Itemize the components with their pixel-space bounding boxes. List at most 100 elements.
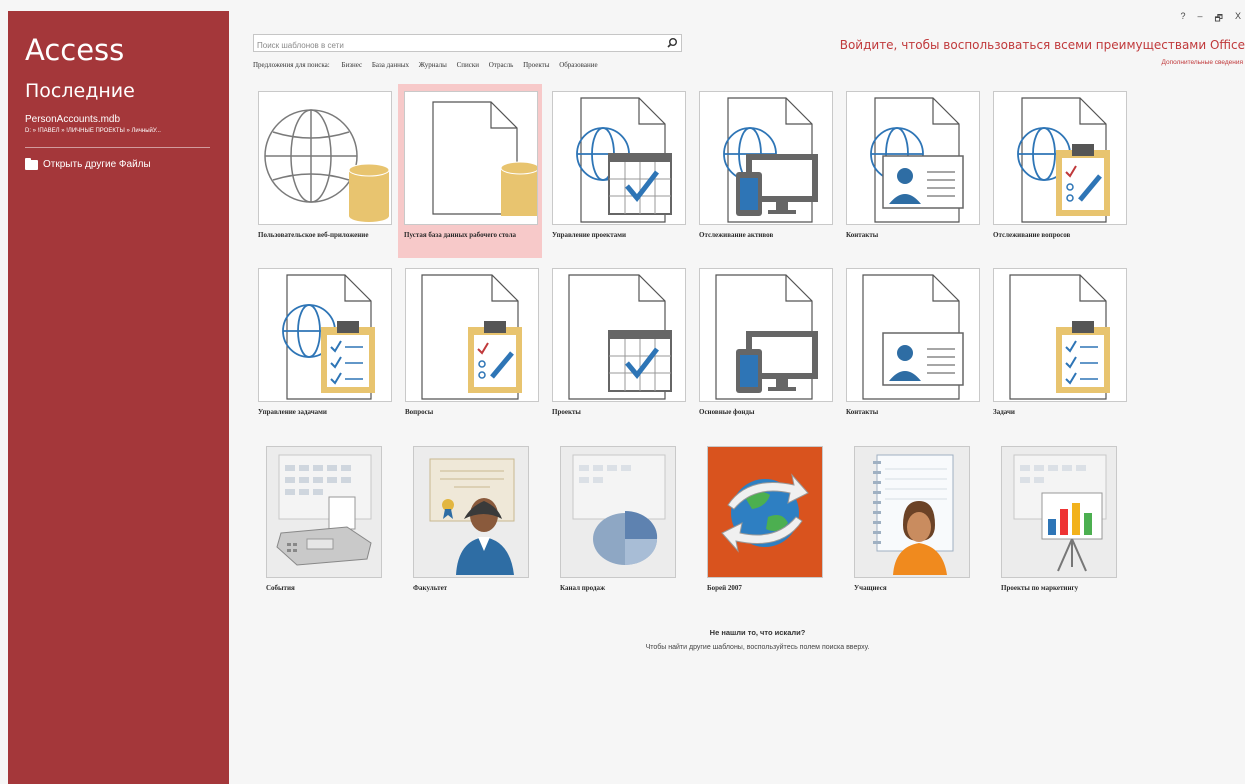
template-thumbnail <box>854 446 970 578</box>
backstage-sidebar: Access Последние PersonAccounts.mdb D: »… <box>8 11 229 784</box>
template-label: Канал продаж <box>560 584 606 592</box>
template-tile-students[interactable]: Учащиеся <box>854 446 972 593</box>
template-tile-tasks[interactable]: Задачи <box>993 268 1127 417</box>
template-label: Отслеживание вопросов <box>993 231 1071 239</box>
clipboard-icon <box>421 274 522 400</box>
template-label: Основные фонды <box>699 408 755 416</box>
search-suggestions: Предложения для поиска: Бизнес База данн… <box>253 61 606 69</box>
contact-card-icon <box>862 274 964 400</box>
template-search-box <box>253 34 682 53</box>
globe-contact-card-icon <box>870 97 964 223</box>
template-label: Вопросы <box>405 408 434 416</box>
app-title: Access <box>25 33 125 67</box>
template-tile-sales-pipeline[interactable]: Канал продаж <box>560 446 678 593</box>
globe-clipboard-icon <box>1017 97 1110 223</box>
template-thumbnail <box>404 91 538 225</box>
template-label: Борей 2007 <box>707 584 742 592</box>
template-thumbnail <box>560 446 676 578</box>
template-label: Учащиеся <box>854 584 887 592</box>
template-label: Контакты <box>846 231 879 239</box>
sidebar-divider <box>25 147 210 148</box>
globe-arrows-icon <box>708 447 822 577</box>
open-other-files-label: Открыть другие Файлы <box>43 159 151 170</box>
folder-icon <box>25 157 38 170</box>
calendar-icon <box>568 274 672 400</box>
template-thumbnail <box>552 91 686 225</box>
template-thumbnail <box>699 268 833 402</box>
signin-link[interactable]: Войдите, чтобы воспользоваться всеми пре… <box>840 38 1245 52</box>
template-tile-project-management[interactable]: Управление проектами <box>552 91 686 240</box>
suggestion-link[interactable]: Журналы <box>419 61 447 69</box>
template-tile-fixed-assets[interactable]: Основные фонды <box>699 268 833 417</box>
template-tile-issues[interactable]: Вопросы <box>405 268 539 417</box>
template-thumbnail <box>846 91 980 225</box>
template-tile-asset-tracking[interactable]: Отслеживание активов <box>699 91 833 240</box>
recent-file-name[interactable]: PersonAccounts.mdb <box>25 114 120 125</box>
template-label: Контакты <box>846 408 879 416</box>
template-thumbnail <box>846 268 980 402</box>
blank-database-icon <box>432 101 537 216</box>
suggestion-link[interactable]: Списки <box>457 61 479 69</box>
globe-database-icon <box>264 109 390 222</box>
recent-file-path[interactable]: D: » !ПАВЕЛ » !ЛИЧНЫЕ ПРОЕКТЫ » ЛичныйУ.… <box>25 128 161 134</box>
template-thumbnail <box>258 91 392 225</box>
template-tile-contacts-desktop[interactable]: Контакты <box>846 268 980 417</box>
template-label: Отслеживание активов <box>699 231 774 239</box>
template-tile-blank-desktop-db[interactable]: Пустая база данных рабочего стола <box>398 84 542 258</box>
suggestion-link[interactable]: Образование <box>559 61 597 69</box>
template-tile-issue-tracking[interactable]: Отслеживание вопросов <box>993 91 1127 240</box>
template-label: Управление проектами <box>552 231 627 239</box>
not-found-title: Не нашли то, что искали? <box>709 628 806 637</box>
template-tile-marketing-projects[interactable]: Проекты по маркетингу <box>1001 446 1119 593</box>
template-tile-task-management[interactable]: Управление задачами <box>258 268 392 417</box>
suggestion-link[interactable]: Отрасль <box>489 61 514 69</box>
devices-icon <box>715 274 818 400</box>
template-thumbnail <box>552 268 686 402</box>
suggestion-link[interactable]: База данных <box>372 61 409 69</box>
template-label: Управление задачами <box>258 408 327 416</box>
search-icon[interactable] <box>666 37 678 49</box>
template-thumbnail <box>413 446 529 578</box>
template-label: Факультет <box>413 584 448 592</box>
template-label: Проекты <box>552 408 581 416</box>
suggestion-link[interactable]: Проекты <box>523 61 549 69</box>
faculty-icon <box>429 458 515 575</box>
checklist-icon <box>1009 274 1110 400</box>
student-icon <box>873 454 954 575</box>
template-search-input[interactable] <box>257 38 652 53</box>
template-tile-projects[interactable]: Проекты <box>552 268 686 417</box>
close-button[interactable]: X <box>1235 11 1241 27</box>
pie-chart-icon <box>572 454 666 565</box>
template-tile-contacts[interactable]: Контакты <box>846 91 980 240</box>
template-label: Пользовательское веб-приложение <box>258 231 369 239</box>
template-label: События <box>266 584 295 592</box>
restore-button[interactable]: 🗗 <box>1215 11 1223 27</box>
minimize-button[interactable]: – <box>1198 11 1203 27</box>
template-thumbnail <box>1001 446 1117 578</box>
suggestions-label: Предложения для поиска: <box>253 61 330 69</box>
globe-checklist-icon <box>282 274 375 400</box>
template-thumbnail <box>266 446 382 578</box>
window-controls: ? – 🗗 X <box>1181 11 1242 27</box>
template-label: Проекты по маркетингу <box>1001 584 1079 592</box>
globe-devices-icon <box>723 97 818 223</box>
template-thumbnail <box>699 91 833 225</box>
template-label: Пустая база данных рабочего стола <box>404 231 516 239</box>
recent-heading: Последние <box>25 80 135 102</box>
more-info-link[interactable]: Дополнительные сведения <box>1161 59 1243 66</box>
template-tile-faculty[interactable]: Факультет <box>413 446 531 593</box>
template-thumbnail <box>707 446 823 578</box>
globe-calendar-icon <box>576 97 672 223</box>
template-thumbnail <box>993 91 1127 225</box>
template-label: Задачи <box>993 408 1015 416</box>
suggestion-link[interactable]: Бизнес <box>341 61 362 69</box>
template-thumbnail <box>993 268 1127 402</box>
template-tile-events[interactable]: События <box>266 446 384 593</box>
fax-calendar-icon <box>276 454 372 566</box>
template-thumbnail <box>405 268 539 402</box>
open-other-files-button[interactable]: Открыть другие Файлы <box>25 157 151 170</box>
marketing-chart-icon <box>1013 454 1107 572</box>
help-button[interactable]: ? <box>1181 11 1186 27</box>
template-tile-custom-web-app[interactable]: Пользовательское веб-приложение <box>258 91 392 240</box>
template-tile-northwind-2007[interactable]: Борей 2007 <box>707 446 825 593</box>
